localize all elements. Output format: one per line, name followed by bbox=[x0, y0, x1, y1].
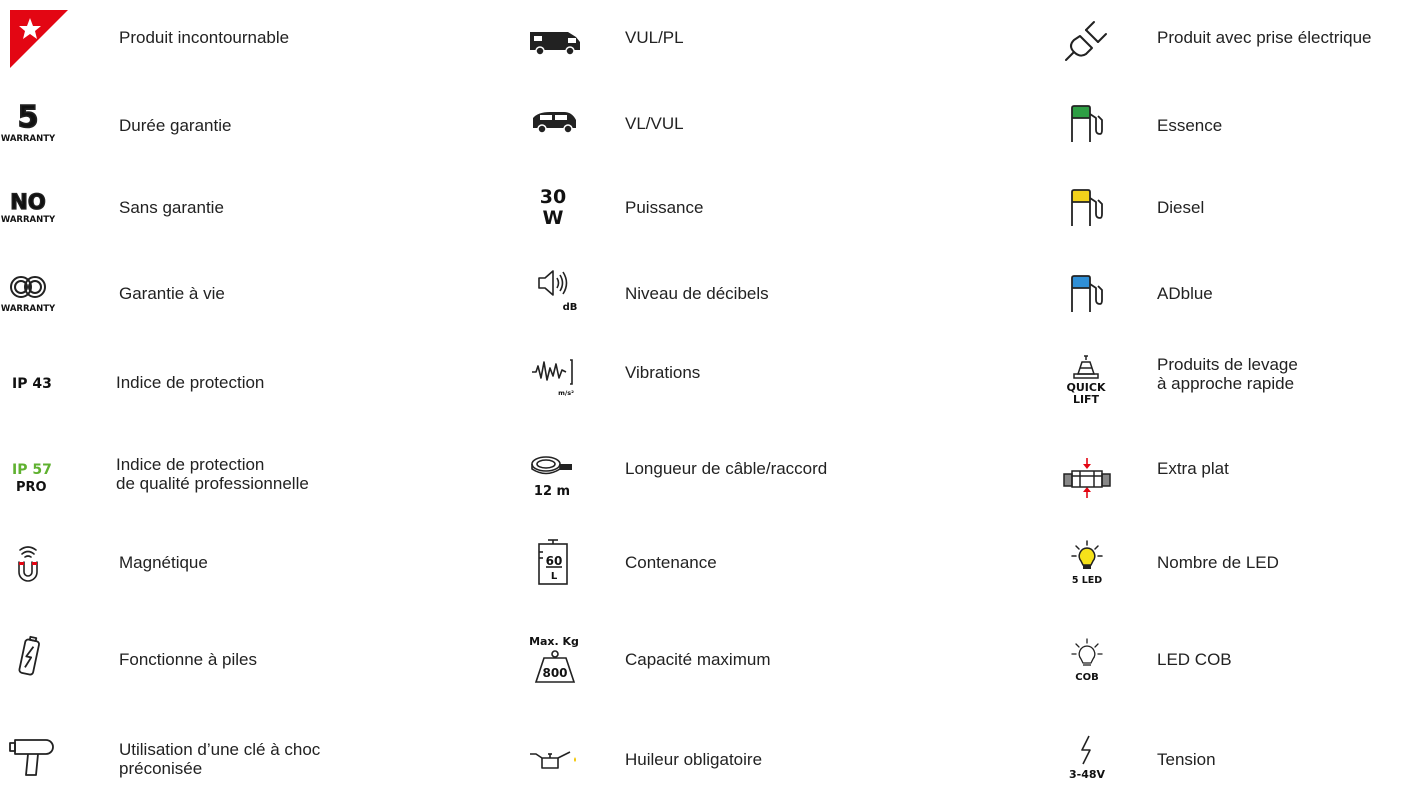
weight-value: 800 bbox=[542, 666, 567, 680]
legend-label-capacite-max: Capacité maximum bbox=[625, 650, 771, 669]
no-warranty-text: NO bbox=[10, 190, 45, 214]
oil-can-icon bbox=[528, 750, 580, 772]
legend-label-adblue: ADblue bbox=[1157, 284, 1213, 303]
weight-icon: Max. Kg 800 bbox=[529, 632, 580, 688]
fuel-petrol-icon bbox=[1068, 104, 1106, 144]
weight-title: Max. Kg bbox=[529, 635, 579, 648]
fuel-diesel-icon bbox=[1068, 188, 1106, 228]
warranty-5-caption: WARRANTY bbox=[1, 134, 56, 144]
legend-label-magnetique: Magnétique bbox=[119, 553, 208, 572]
ip43-icon: IP 43 bbox=[12, 372, 62, 394]
truck-icon bbox=[528, 28, 582, 56]
legend-label-longueur-cable: Longueur de câble/raccord bbox=[625, 459, 828, 478]
lift-label: LIFT bbox=[1073, 393, 1100, 406]
legend-label-produit-incontournable: Produit incontournable bbox=[119, 28, 290, 47]
fuel-adblue-icon bbox=[1068, 274, 1106, 314]
voltage-range: 3-48V bbox=[1069, 768, 1106, 781]
voltage-icon: 3-48V bbox=[1064, 734, 1110, 781]
extra-flat-icon bbox=[1062, 456, 1112, 500]
legend-label-contenance: Contenance bbox=[625, 553, 717, 572]
battery-icon bbox=[16, 634, 42, 682]
tank-unit: L bbox=[551, 571, 558, 582]
impact-wrench-icon bbox=[8, 737, 54, 781]
legend-label-vl-vul: VL/VUL bbox=[625, 114, 684, 133]
legend-label-quick-lift: Produits de levage à approche rapide bbox=[1157, 355, 1298, 393]
no-warranty-icon: NO WARRANTY bbox=[1, 186, 56, 226]
star-flag-icon bbox=[10, 10, 68, 68]
cable-length: 12 m bbox=[534, 484, 570, 499]
lifetime-warranty-caption: WARRANTY bbox=[1, 304, 56, 314]
tank-icon: 60 L bbox=[536, 536, 570, 588]
legend-label-garantie-a-vie: Garantie à vie bbox=[119, 284, 225, 303]
warranty-5-number: 5 bbox=[18, 100, 39, 135]
legend-label-extra-plat: Extra plat bbox=[1157, 459, 1229, 478]
plug-icon bbox=[1064, 18, 1112, 64]
legend-label-vul-pl: VUL/PL bbox=[625, 28, 684, 47]
legend-label-sans-garantie: Sans garantie bbox=[119, 198, 224, 217]
ip57-pro-icon: IP 57 PRO bbox=[12, 458, 62, 496]
legend-label-vibrations: Vibrations bbox=[625, 363, 701, 382]
no-warranty-caption: WARRANTY bbox=[1, 215, 56, 225]
legend-label-essence: Essence bbox=[1157, 116, 1223, 135]
legend-label-cle-a-choc: Utilisation d’une clé à choc préconisée bbox=[119, 740, 321, 778]
warranty-5-icon: 5 WARRANTY bbox=[1, 99, 56, 145]
legend-label-tension: Tension bbox=[1157, 750, 1216, 769]
power-unit: W bbox=[543, 207, 564, 229]
pro-label: PRO bbox=[16, 480, 47, 495]
van-icon bbox=[530, 110, 580, 136]
legend-label-prise-electrique: Produit avec prise électrique bbox=[1157, 28, 1372, 47]
legend-label-huileur: Huileur obligatoire bbox=[625, 750, 763, 769]
legend-label-puissance: Puissance bbox=[625, 198, 704, 217]
cob-bulb-icon: COB bbox=[1064, 638, 1110, 684]
vibration-unit: m/s² bbox=[558, 389, 574, 397]
legend-label-ip57-pro: Indice de protection de qualité professi… bbox=[116, 455, 309, 493]
legend-label-nombre-led: Nombre de LED bbox=[1157, 553, 1279, 572]
legend-label-indice-protection: Indice de protection bbox=[116, 373, 265, 392]
vibration-icon: m/s² bbox=[530, 358, 580, 400]
legend-label-led-cob: LED COB bbox=[1157, 650, 1232, 669]
led-count: 5 LED bbox=[1072, 575, 1102, 586]
legend-label-diesel: Diesel bbox=[1157, 198, 1205, 217]
lifetime-warranty-icon: WARRANTY bbox=[1, 272, 56, 316]
quick-lift-icon: QUICK LIFT bbox=[1064, 352, 1108, 406]
led-bulb-icon: 5 LED bbox=[1064, 540, 1110, 586]
legend-label-fonctionne-a-piles: Fonctionne à piles bbox=[119, 650, 257, 669]
power-icon: 30 W bbox=[536, 184, 570, 229]
cable-reel-icon: 12 m bbox=[528, 454, 580, 500]
tank-volume: 60 bbox=[546, 554, 563, 568]
svg-text:IP 43: IP 43 bbox=[12, 376, 52, 392]
magnet-icon bbox=[14, 542, 42, 584]
legend-label-decibels: Niveau de décibels bbox=[625, 284, 769, 303]
cob-label: COB bbox=[1075, 672, 1098, 683]
power-value: 30 bbox=[540, 186, 566, 208]
speaker-icon: dB bbox=[536, 268, 582, 314]
decibel-unit: dB bbox=[563, 302, 578, 313]
ip57-label: IP 57 bbox=[12, 462, 52, 478]
legend-label-duree-garantie: Durée garantie bbox=[119, 116, 232, 135]
